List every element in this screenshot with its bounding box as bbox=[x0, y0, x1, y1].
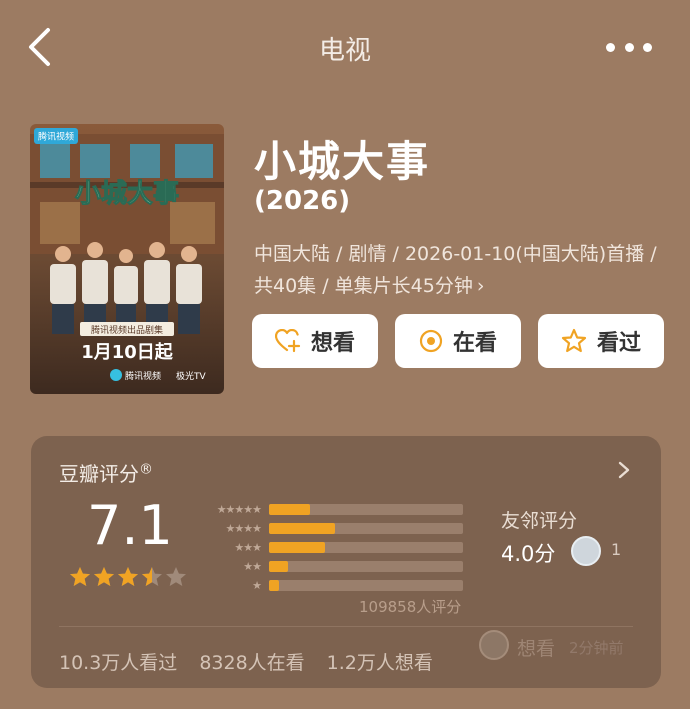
more-dot bbox=[624, 42, 634, 52]
histogram-row: ★★★★ bbox=[197, 519, 463, 537]
target-circle-icon bbox=[419, 329, 443, 353]
page-title: 电视 bbox=[318, 36, 371, 66]
watching-label: 在看 bbox=[452, 331, 497, 356]
poster-platform-a: 腾讯视频 bbox=[125, 370, 161, 382]
poster-title-art: 小城大事 bbox=[75, 179, 179, 209]
action-buttons: 想看 在看 看过 bbox=[252, 314, 664, 368]
histogram-track bbox=[269, 503, 463, 515]
show-title: 小城大事 bbox=[254, 137, 431, 186]
histogram-track bbox=[269, 579, 463, 591]
show-meta-text: 中国大陆 / 剧情 / 2026-01-10(中国大陆)首播 / 共40集 / … bbox=[254, 243, 657, 297]
divider bbox=[59, 626, 633, 627]
more-button[interactable] bbox=[606, 40, 652, 54]
histogram-stars-label: ★★★★ bbox=[225, 521, 262, 535]
watching-count[interactable]: 8328人在看 bbox=[199, 648, 304, 675]
histogram-bar bbox=[269, 522, 335, 534]
histogram-bar bbox=[269, 541, 326, 553]
rating-star-icon bbox=[142, 567, 162, 586]
rating-star-icon bbox=[166, 567, 186, 586]
show-year: (2026) bbox=[254, 186, 351, 216]
watched-count[interactable]: 10.3万人看过 bbox=[59, 648, 177, 675]
rating-star-icon bbox=[94, 567, 114, 586]
show-meta[interactable]: 中国大陆 / 剧情 / 2026-01-10(中国大陆)首播 / 共40集 / … bbox=[254, 238, 664, 302]
histogram-bar bbox=[269, 503, 310, 515]
watch-stats: 10.3万人看过 8328人在看 1.2万人想看 bbox=[59, 648, 433, 675]
activity-avatar bbox=[479, 630, 509, 660]
histogram-stars-label: ★ bbox=[252, 578, 262, 592]
friends-rating-label: 友邻评分 bbox=[501, 510, 578, 532]
want-to-watch-label: 想看 bbox=[310, 331, 355, 356]
want-count[interactable]: 1.2万人想看 bbox=[327, 648, 433, 675]
histogram-row: ★★ bbox=[197, 557, 463, 575]
poster-date: 1月10日起 bbox=[81, 341, 174, 363]
histogram-bar bbox=[269, 579, 279, 591]
watched-button[interactable]: 看过 bbox=[538, 314, 664, 368]
friend-avatar[interactable] bbox=[571, 536, 601, 566]
chevron-right-icon: › bbox=[476, 275, 485, 297]
histogram-stars-label: ★★★★★ bbox=[216, 502, 262, 516]
rating-star-icon bbox=[118, 567, 138, 586]
poster-tagline: 腾讯视频出品剧集 bbox=[91, 324, 163, 336]
histogram-row: ★ bbox=[197, 576, 463, 594]
rating-label: 豆瓣评分 bbox=[59, 462, 139, 486]
poster-badge: 腾讯视频 bbox=[38, 131, 74, 143]
rating-count: 109858人评分 bbox=[359, 598, 462, 616]
histogram-track bbox=[269, 522, 463, 534]
activity-action: 想看 bbox=[517, 638, 556, 660]
poster-platform-b: 极光TV bbox=[176, 370, 206, 382]
chevron-right-icon[interactable] bbox=[617, 460, 631, 480]
registered-mark: ® bbox=[139, 461, 153, 478]
histogram-row: ★★★★★ bbox=[197, 500, 463, 518]
histogram-track bbox=[269, 560, 463, 572]
rating-histogram: ★★★★★ ★★★★ ★★★ ★★ ★ bbox=[197, 500, 463, 595]
poster-image[interactable]: 腾讯视频 小城大事 腾讯视频出品剧集 1月10日起 腾讯视频 极光TV bbox=[30, 124, 224, 394]
watching-button[interactable]: 在看 bbox=[395, 314, 521, 368]
rating-header[interactable]: 豆瓣评分® bbox=[59, 458, 153, 487]
star-outline-icon bbox=[561, 328, 587, 353]
rating-score: 7.1 bbox=[87, 494, 173, 557]
activity-time: 2分钟前 bbox=[569, 639, 624, 657]
more-dot bbox=[643, 42, 652, 52]
friends-count: 1 bbox=[611, 540, 622, 559]
heart-plus-icon bbox=[274, 329, 301, 353]
more-dot bbox=[606, 42, 615, 52]
rating-stars bbox=[69, 566, 187, 588]
histogram-row: ★★★ bbox=[197, 538, 463, 556]
rating-star-icon bbox=[70, 567, 90, 586]
friends-rating-score: 4.0分 bbox=[501, 542, 556, 566]
histogram-bar bbox=[269, 560, 289, 572]
histogram-stars-label: ★★★ bbox=[234, 540, 262, 554]
histogram-track bbox=[269, 541, 463, 553]
want-to-watch-button[interactable]: 想看 bbox=[252, 314, 378, 368]
rating-card: 豆瓣评分® 7.1 ★★★★★ ★★★★ ★★★ ★★ ★ 109858人评分 友邻评分… bbox=[31, 436, 661, 688]
watched-label: 看过 bbox=[596, 331, 641, 356]
histogram-stars-label: ★★ bbox=[243, 559, 262, 573]
top-bar: 电视 bbox=[0, 0, 690, 92]
